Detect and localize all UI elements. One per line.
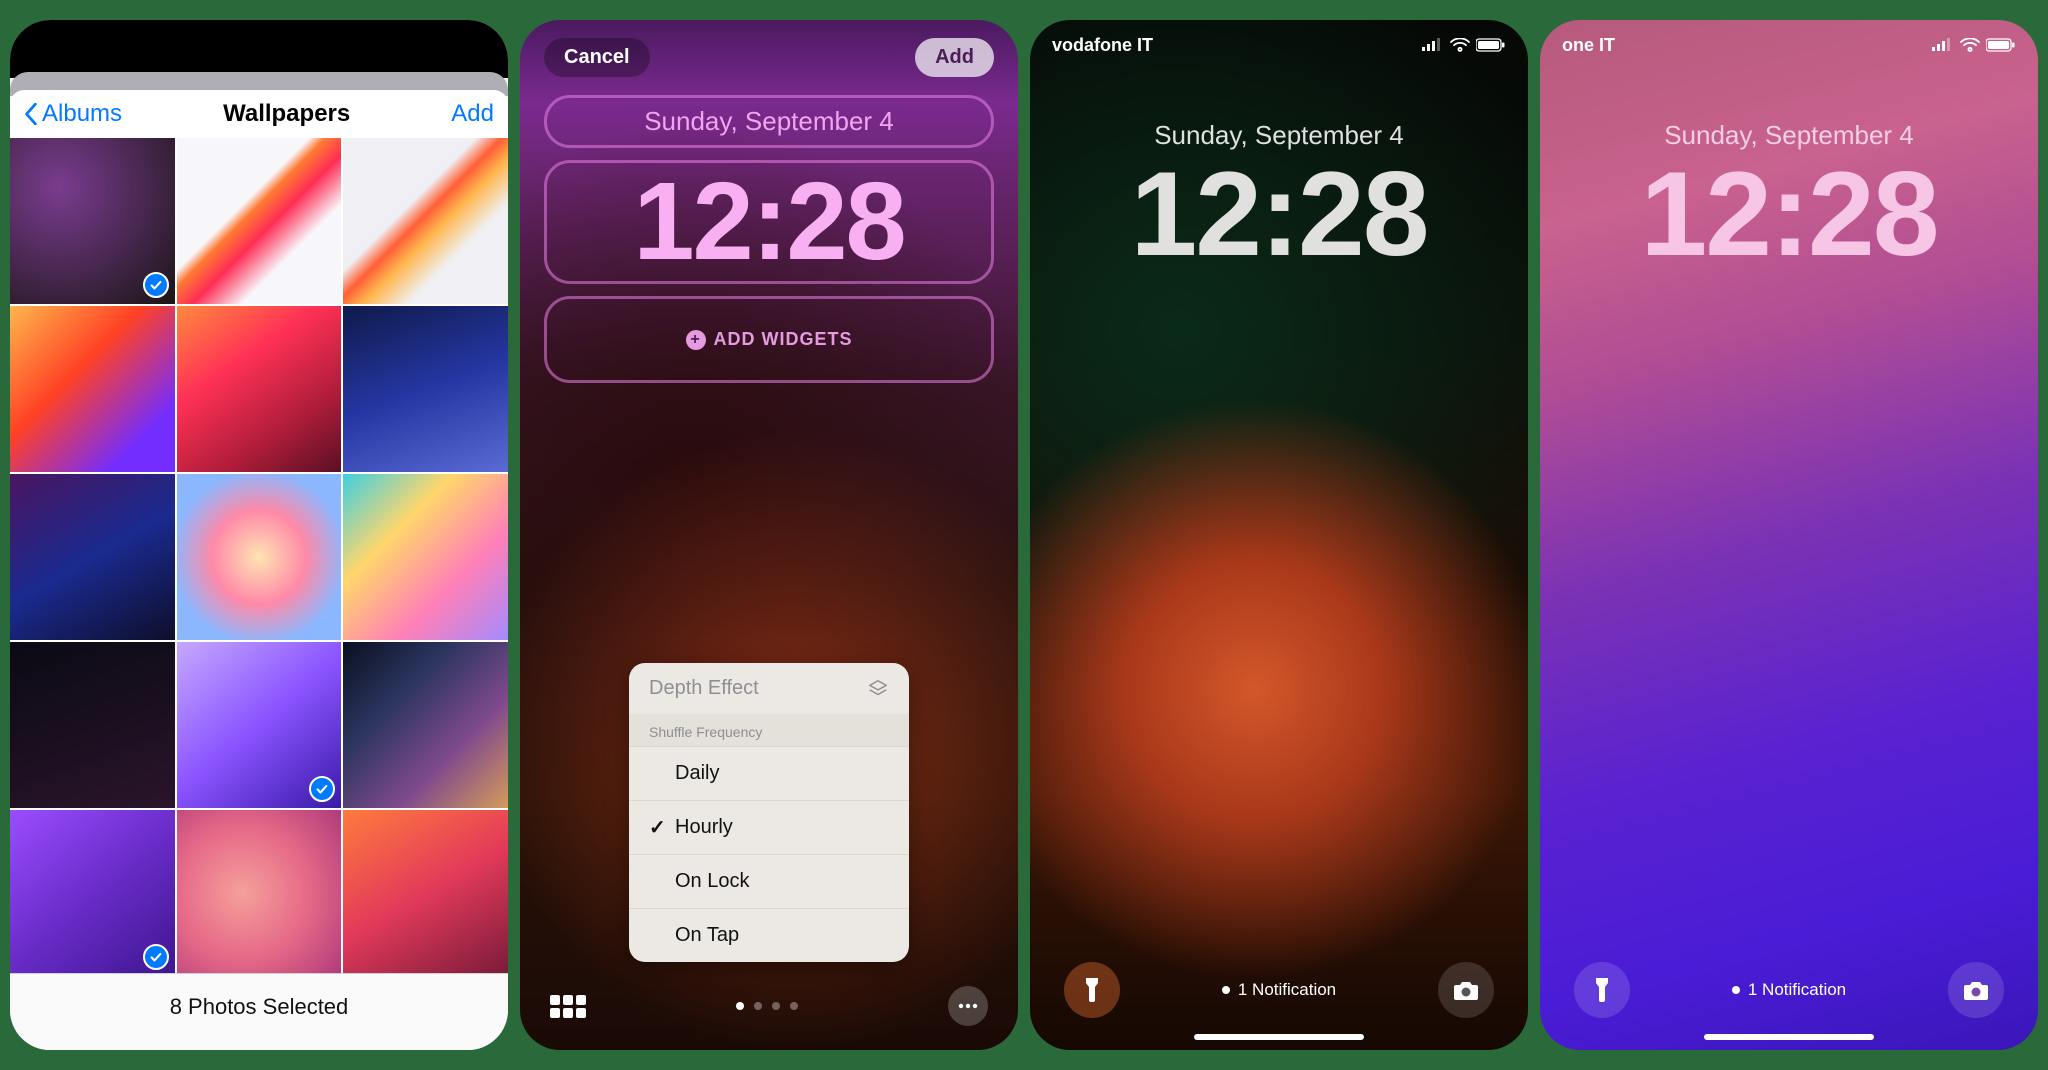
- context-menu: Depth Effect Shuffle Frequency ✓Daily✓Ho…: [629, 663, 909, 962]
- checkmark-icon: [309, 776, 335, 802]
- battery-icon: [1986, 38, 2016, 52]
- wallpaper-thumb[interactable]: [343, 474, 508, 640]
- add-button[interactable]: Add: [915, 38, 994, 77]
- cancel-button[interactable]: Cancel: [544, 38, 650, 77]
- camera-icon: [1453, 979, 1479, 1001]
- picker-add-button[interactable]: Add: [451, 100, 494, 128]
- wallpaper-thumb[interactable]: [343, 306, 508, 472]
- picker-title: Wallpapers: [223, 100, 350, 128]
- home-indicator[interactable]: [1194, 1034, 1364, 1040]
- wallpaper-thumb[interactable]: [10, 306, 175, 472]
- lockscreen-dark: vodafone IT Sunday, September 4 12:28 1 …: [1030, 20, 1528, 1050]
- status-bar: one IT: [1540, 20, 2038, 60]
- flashlight-button[interactable]: [1574, 962, 1630, 1018]
- flashlight-icon: [1081, 976, 1103, 1004]
- menu-option-on-lock[interactable]: ✓On Lock: [629, 854, 909, 908]
- camera-button[interactable]: [1948, 962, 2004, 1018]
- date-slot[interactable]: Sunday, September 4: [544, 95, 994, 148]
- ellipsis-icon: [958, 1003, 978, 1009]
- home-indicator[interactable]: [1704, 1034, 1874, 1040]
- menu-option-hourly[interactable]: ✓Hourly: [629, 800, 909, 854]
- wallpaper-thumb[interactable]: [343, 642, 508, 808]
- lock-time: 12:28: [1540, 151, 2038, 277]
- menu-option-daily[interactable]: ✓Daily: [629, 746, 909, 800]
- add-widgets-label: ADD WIDGETS: [714, 329, 853, 350]
- back-button[interactable]: Albums: [24, 100, 122, 128]
- wallpaper-thumb[interactable]: [10, 810, 175, 973]
- status-icons: [1422, 38, 1506, 52]
- wifi-icon: [1960, 38, 1980, 52]
- lockscreen-pink: one IT Sunday, September 4 12:28 1 Notif…: [1540, 20, 2038, 1050]
- more-button[interactable]: [948, 986, 988, 1026]
- notification-summary[interactable]: 1 Notification: [1732, 980, 1846, 1000]
- wallpaper-thumb[interactable]: [10, 642, 175, 808]
- notification-summary[interactable]: 1 Notification: [1222, 980, 1336, 1000]
- camera-button[interactable]: [1438, 962, 1494, 1018]
- wallpaper-thumb[interactable]: [177, 138, 342, 304]
- wallpaper-thumb[interactable]: [177, 810, 342, 973]
- time-slot[interactable]: 12:28: [544, 160, 994, 284]
- carrier-label: one IT: [1562, 35, 1615, 56]
- status-icons: [1932, 38, 2016, 52]
- picker-navbar: Albums Wallpapers Add: [10, 90, 508, 138]
- editor-slots: Sunday, September 4 12:28 + ADD WIDGETS: [520, 95, 1018, 395]
- wifi-icon: [1450, 38, 1470, 52]
- sheet-backdrop: [10, 20, 508, 78]
- menu-option-on-tap[interactable]: ✓On Tap: [629, 908, 909, 962]
- lock-actions: 1 Notification: [1540, 962, 2038, 1018]
- camera-icon: [1963, 979, 1989, 1001]
- grid-icon[interactable]: [550, 995, 586, 1018]
- menu-depth-effect[interactable]: Depth Effect: [629, 663, 909, 714]
- chevron-left-icon: [24, 103, 38, 125]
- back-label: Albums: [42, 100, 122, 128]
- carrier-label: vodafone IT: [1052, 35, 1153, 56]
- add-widgets-slot[interactable]: + ADD WIDGETS: [544, 296, 994, 383]
- clock-time: 12:28: [547, 167, 991, 277]
- wallpaper-thumb[interactable]: [177, 474, 342, 640]
- flashlight-button[interactable]: [1064, 962, 1120, 1018]
- lock-time: 12:28: [1030, 151, 1528, 277]
- wallpaper-picker-screen: Albums Wallpapers Add 8 Photos Selected: [10, 20, 508, 1050]
- layers-icon: [867, 678, 889, 700]
- wallpaper-thumb[interactable]: [343, 810, 508, 973]
- wallpaper-thumb[interactable]: [177, 306, 342, 472]
- editor-bottombar: [520, 986, 1018, 1026]
- status-bar: vodafone IT: [1030, 20, 1528, 60]
- signal-icon: [1932, 38, 1954, 52]
- plus-icon: +: [686, 330, 706, 350]
- editor-topbar: Cancel Add: [520, 20, 1018, 95]
- thumbnail-grid: [10, 138, 508, 973]
- lock-actions: 1 Notification: [1030, 962, 1528, 1018]
- flashlight-icon: [1591, 976, 1613, 1004]
- menu-section-header: Shuffle Frequency: [629, 714, 909, 746]
- lockscreen-editor: Cancel Add Sunday, September 4 12:28 + A…: [520, 20, 1018, 1050]
- signal-icon: [1422, 38, 1444, 52]
- selection-footer: 8 Photos Selected: [10, 973, 508, 1050]
- page-dots[interactable]: [736, 1002, 798, 1010]
- wallpaper-thumb[interactable]: [10, 474, 175, 640]
- checkmark-icon: [143, 944, 169, 970]
- wallpaper-thumb[interactable]: [177, 642, 342, 808]
- battery-icon: [1476, 38, 1506, 52]
- wallpaper-thumb[interactable]: [10, 138, 175, 304]
- wallpaper-thumb[interactable]: [343, 138, 508, 304]
- checkmark-icon: [143, 272, 169, 298]
- dot-icon: [1222, 986, 1230, 994]
- dot-icon: [1732, 986, 1740, 994]
